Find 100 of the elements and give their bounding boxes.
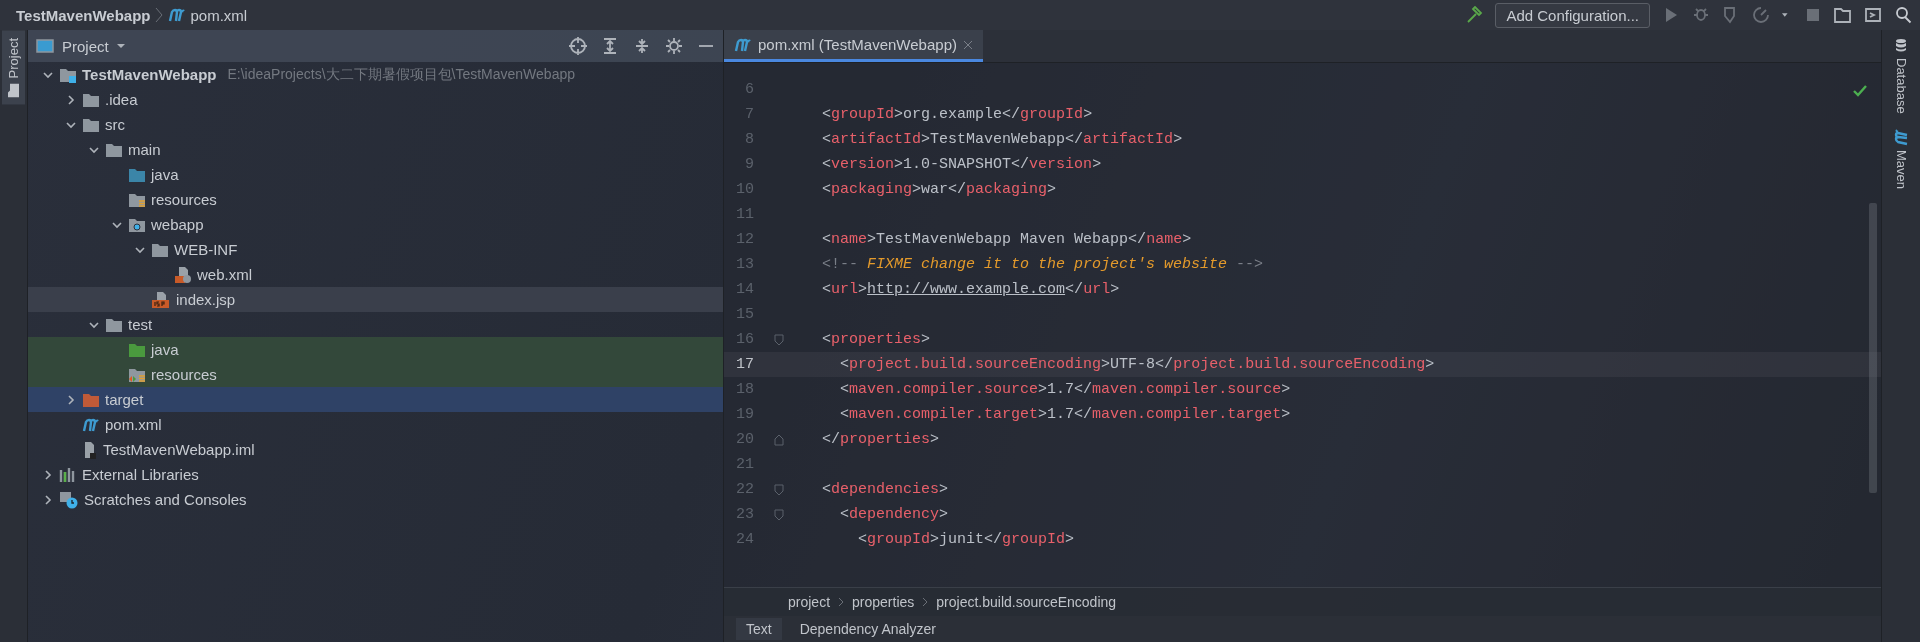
- collapse-all-icon[interactable]: [633, 37, 651, 55]
- tool-window-tab[interactable]: Maven: [1888, 121, 1914, 197]
- navigation-crumb[interactable]: TestMavenWebapp: [16, 6, 151, 24]
- code-line: <groupId>junit</groupId>: [857, 531, 1075, 548]
- navigation-crumb[interactable]: pom.xml: [168, 6, 248, 24]
- tree-item-label: web.xml: [197, 266, 252, 283]
- checkmark-icon: [1853, 85, 1867, 97]
- line-number: 13: [735, 256, 754, 273]
- breadcrumb-item[interactable]: project: [788, 594, 831, 610]
- line-number: 17: [735, 356, 754, 373]
- tree-item-label: External Libraries: [82, 466, 199, 483]
- profiler-icon[interactable]: [1752, 6, 1770, 24]
- tree-item-label: java: [151, 341, 179, 358]
- chevron-right-icon[interactable]: [65, 93, 77, 106]
- tree-item-label: src: [105, 116, 125, 133]
- line-number: 22: [735, 481, 754, 498]
- line-number: 21: [735, 456, 754, 473]
- tree-item-label: target: [105, 391, 144, 408]
- tree-item-label: resources: [151, 366, 217, 383]
- line-number: 16: [735, 331, 754, 348]
- scrollbar[interactable]: [1869, 203, 1877, 493]
- line-number: 10: [735, 181, 754, 198]
- close-icon[interactable]: [962, 39, 973, 50]
- library-bars-icon: [59, 466, 77, 483]
- tree-row[interactable]: src: [28, 112, 723, 137]
- code-line: <dependency>: [839, 506, 949, 523]
- web-folder-icon: [128, 216, 146, 233]
- console-clock-icon: [59, 490, 79, 509]
- tree-item-label: java: [151, 166, 179, 183]
- tree-row[interactable]: test: [28, 312, 723, 337]
- search-icon[interactable]: [1894, 6, 1912, 24]
- line-number: 7: [744, 106, 754, 123]
- editor-bottom-tab[interactable]: Dependency Analyzer: [789, 618, 946, 640]
- tree-row[interactable]: resources: [28, 362, 723, 387]
- database-icon: [1895, 38, 1907, 52]
- editor-bottom-tab[interactable]: Text: [736, 618, 782, 640]
- tree-row[interactable]: index.jsp: [28, 287, 723, 312]
- fold-marker-icon[interactable]: [774, 483, 784, 496]
- settings-gear-icon[interactable]: [665, 37, 683, 55]
- panel-title[interactable]: Project: [62, 37, 109, 55]
- project-path: E:\ideaProjects\大二下期暑假项目包\TestMavenWebapp: [227, 65, 575, 84]
- fold-marker-icon[interactable]: [774, 433, 784, 446]
- resources-folder-icon: [128, 366, 146, 383]
- tree-item-label: Scratches and Consoles: [84, 491, 247, 508]
- chevron-right-icon[interactable]: [42, 493, 54, 506]
- tool-window-tab[interactable]: Project: [2, 30, 25, 105]
- tree-row[interactable]: WEB-INF: [28, 237, 723, 262]
- code-line: <!-- FIXME change it to the project's website -->: [821, 256, 1264, 273]
- chevron-right-icon[interactable]: [42, 468, 54, 481]
- tool-window-tab[interactable]: Database: [1889, 30, 1913, 122]
- code-line: <name>TestMavenWebapp Maven Webapp</name>: [821, 231, 1192, 248]
- expand-all-icon[interactable]: [601, 37, 619, 55]
- tree-row[interactable]: web.xml: [28, 262, 723, 287]
- editor-tab[interactable]: pom.xml (TestMavenWebapp): [724, 30, 983, 62]
- tree-row[interactable]: External Libraries: [28, 462, 723, 487]
- code-line: <version>1.0-SNAPSHOT</version>: [821, 156, 1102, 173]
- breadcrumb-item[interactable]: properties: [852, 594, 915, 610]
- debug-bug-icon[interactable]: [1692, 6, 1710, 24]
- line-number: 11: [735, 206, 754, 223]
- code-line: <artifactId>TestMavenWebapp</artifactId>: [821, 131, 1183, 148]
- tree-item-label: TestMavenWebapp: [82, 66, 217, 83]
- line-number: 14: [735, 281, 754, 298]
- tree-item-label: main: [128, 141, 161, 158]
- stop-icon[interactable]: [1804, 6, 1822, 24]
- chevron-right-icon[interactable]: [65, 393, 77, 406]
- fold-marker-icon[interactable]: [774, 508, 784, 521]
- separator-icon: [154, 6, 165, 24]
- project-structure-icon[interactable]: [1834, 6, 1852, 24]
- tree-item-label: resources: [151, 191, 217, 208]
- jsp-file-icon: [151, 290, 171, 309]
- tree-row[interactable]: TestMavenWebapp.iml: [28, 437, 723, 462]
- line-number: 20: [735, 431, 754, 448]
- separator-icon: [838, 597, 845, 607]
- tree-row[interactable]: webapp: [28, 212, 723, 237]
- code-line: </properties>: [821, 431, 940, 448]
- hammer-icon[interactable]: [1465, 6, 1484, 24]
- locate-crosshair-icon[interactable]: [569, 37, 587, 55]
- tree-row[interactable]: resources: [28, 187, 723, 212]
- fold-marker-icon[interactable]: [774, 333, 784, 346]
- tree-row[interactable]: java: [28, 162, 723, 187]
- line-number: 15: [735, 306, 754, 323]
- tree-row[interactable]: target: [28, 387, 723, 412]
- breadcrumb-item[interactable]: project.build.sourceEncoding: [936, 594, 1117, 610]
- tree-row[interactable]: java: [28, 337, 723, 362]
- code-line: <groupId>org.example</groupId>: [821, 106, 1093, 123]
- tree-row[interactable]: Scratches and Consoles: [28, 487, 723, 512]
- code-line: <maven.compiler.target>1.7</maven.compiler.target>: [839, 406, 1291, 423]
- tree-row[interactable]: .idea: [28, 87, 723, 112]
- line-number: 24: [735, 531, 754, 548]
- line-number: 8: [744, 131, 754, 148]
- module-folder-icon: [59, 66, 77, 83]
- xml-file-icon: [174, 265, 192, 284]
- tree-row[interactable]: main: [28, 137, 723, 162]
- terminal-icon[interactable]: [1864, 6, 1882, 24]
- tree-row[interactable]: TestMavenWebapp E:\ideaProjects\大二下期暑假项目包\TestMavenWebapp: [28, 62, 723, 87]
- line-number: 19: [735, 406, 754, 423]
- tree-row[interactable]: pom.xml: [28, 412, 723, 437]
- tree-item-label: test: [128, 316, 153, 333]
- run-configuration-button[interactable]: Add Configuration...: [1495, 2, 1650, 28]
- tree-item-label: WEB-INF: [174, 241, 238, 258]
